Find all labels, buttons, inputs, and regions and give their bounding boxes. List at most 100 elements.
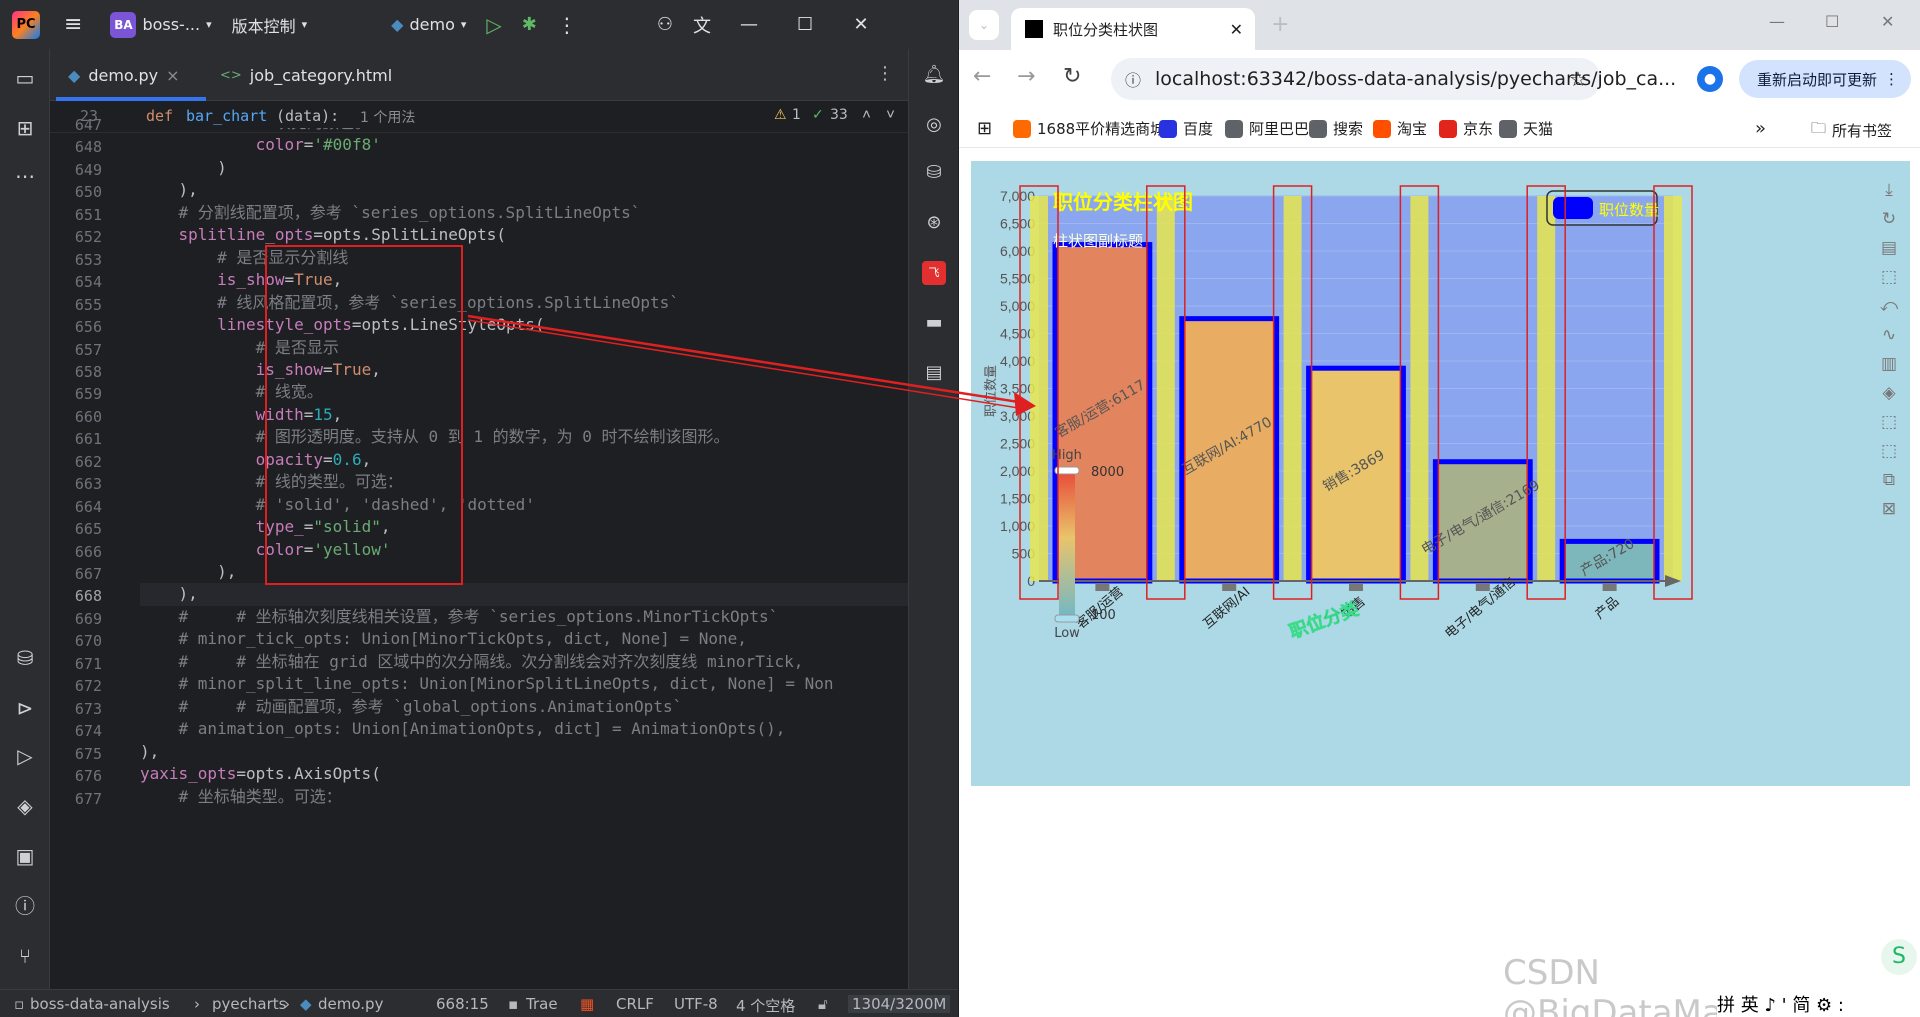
folder-icon: 🗀	[1811, 119, 1827, 137]
warning-icon[interactable]: ⚠	[774, 107, 787, 123]
bookmark-star-icon[interactable]: ☆	[1569, 67, 1587, 91]
status-plugin[interactable]: Trae	[526, 995, 558, 1013]
maximize-button[interactable]: ☐	[777, 14, 833, 35]
toolbox-icon[interactable]: ⤓	[1885, 180, 1893, 200]
bookmark-item[interactable]: 搜索	[1309, 118, 1363, 139]
status-indent[interactable]: 4 个空格	[736, 995, 795, 1016]
tab-demo-py[interactable]: ◆ demo.py ×	[56, 49, 206, 101]
browser-tab[interactable]: 职位分类柱状图 ✕	[1011, 8, 1255, 50]
database-icon[interactable]: ⛁	[922, 161, 946, 185]
apps-grid-icon[interactable]: ⊞	[977, 118, 992, 139]
chevron-up-icon[interactable]: ˄	[862, 105, 871, 124]
status-encoding[interactable]: UTF-8	[674, 995, 718, 1013]
folder-icon[interactable]: ▭	[12, 65, 38, 91]
more-icon[interactable]: ⋮	[547, 0, 587, 49]
status-memory[interactable]: 1304/3200M	[848, 995, 951, 1013]
translate-icon[interactable]: 文	[683, 0, 721, 49]
new-tab-button[interactable]: +	[1271, 12, 1289, 37]
line-number: 659	[74, 385, 102, 404]
restart-update-button[interactable]: 重新启动即可更新 ⋮	[1739, 60, 1911, 98]
notifications-icon[interactable]: 🔔︎	[922, 63, 946, 87]
y-tick-label: 1,500	[1000, 491, 1035, 507]
all-bookmarks-label: 所有书签	[1832, 122, 1893, 140]
git-icon[interactable]: ⑂	[12, 943, 38, 969]
reload-icon[interactable]: ↻	[1063, 64, 1081, 89]
terminal-icon[interactable]: ▣	[12, 843, 38, 869]
ime-toolbar[interactable]: 拼 英 ♪ ' 简 ⚙ :	[1717, 991, 1844, 1017]
back-icon[interactable]: ←	[973, 64, 991, 89]
toolbox-icon[interactable]: ▥	[1881, 354, 1897, 374]
toolbox-icon[interactable]: ⧉	[1883, 470, 1895, 490]
bookmark-item[interactable]: 天猫	[1499, 118, 1553, 139]
address-bar[interactable]: ⓘ localhost:63342/boss-data-analysis/pye…	[1111, 58, 1676, 100]
code-line: # 分割线配置项，参考 `series_options.SplitLineOpt…	[140, 202, 641, 222]
problems-icon[interactable]: ⓘ	[12, 893, 38, 919]
more-tools-icon[interactable]: ⋯	[12, 163, 38, 189]
usages-hint[interactable]: 1 个用法	[360, 107, 415, 127]
toolbox-icon[interactable]: ⤺	[1880, 296, 1898, 316]
toolbox-icon[interactable]: ⬚	[1881, 267, 1897, 287]
bookmark-item[interactable]: 京东	[1439, 118, 1493, 139]
site-info-icon[interactable]: ⓘ	[1125, 67, 1141, 91]
toolbox-icon[interactable]: ⬚	[1881, 412, 1897, 432]
main-menu-button[interactable]: ≡	[54, 0, 92, 49]
chevron-right-icon[interactable]: »	[1755, 118, 1766, 139]
status-folder[interactable]: pyecharts	[212, 995, 286, 1013]
database-icon[interactable]: ⛁	[12, 645, 38, 671]
debug-icon[interactable]: ✱	[512, 0, 547, 49]
toolbox-icon[interactable]: ⊠	[1882, 499, 1896, 519]
status-file[interactable]: demo.py	[318, 995, 383, 1013]
close-window-button[interactable]: ✕	[833, 14, 889, 35]
bookmark-item[interactable]: 1688平价精选商城	[1013, 118, 1165, 139]
services-icon[interactable]: ⊳	[12, 695, 38, 721]
right-tool-strip: 🔔︎ ◎ ⛁ ⊛ 飞 ▬ ▤	[908, 49, 958, 989]
add-user-icon[interactable]: ⚇	[647, 0, 683, 49]
vcs-selector[interactable]: 版本控制 ▾	[222, 0, 318, 49]
close-window-button[interactable]: ✕	[1881, 12, 1894, 31]
toolbox-icon[interactable]: ∿	[1882, 325, 1896, 345]
x-tick-mark	[1222, 583, 1237, 591]
forward-icon[interactable]: →	[1017, 64, 1035, 89]
lock-icon[interactable]: 🔓︎	[818, 995, 828, 1013]
code-editor[interactable]: # 填充的颜色。 color='#00f8' ) ), # 分割线配置项，参考 …	[140, 128, 908, 983]
run-tool-icon[interactable]: ▷	[12, 743, 38, 769]
check-icon[interactable]: ✓	[812, 107, 824, 123]
close-icon[interactable]: ✕	[1230, 20, 1243, 39]
toolbox-icon[interactable]: ▤	[1881, 238, 1897, 258]
chevron-right-icon: ›	[194, 995, 200, 1013]
line-number: 669	[74, 609, 102, 628]
profile-avatar[interactable]: ●	[1697, 66, 1723, 92]
status-position[interactable]: 668:15	[436, 995, 489, 1013]
bookmark-item[interactable]: 阿里巴巴	[1225, 118, 1309, 139]
close-icon[interactable]: ×	[166, 66, 179, 85]
structure-icon[interactable]: ⊞	[12, 115, 38, 141]
ai-assistant-icon[interactable]: ◎	[922, 113, 946, 137]
minimize-button[interactable]: —	[721, 14, 777, 35]
status-project[interactable]: boss-data-analysis	[30, 995, 170, 1013]
python-console-icon[interactable]: ⊛	[922, 211, 946, 235]
minimize-button[interactable]: —	[1769, 12, 1785, 31]
toolbox-icon[interactable]: ◈	[1882, 383, 1896, 403]
toolbox-icon[interactable]: ⬚	[1881, 441, 1897, 461]
run-config-selector[interactable]: ◆ demo ▾	[381, 0, 476, 49]
chevron-down-icon[interactable]: ˅	[886, 105, 895, 124]
bookmark-item[interactable]: 淘宝	[1373, 118, 1427, 139]
preview-icon[interactable]: ▬	[922, 311, 946, 335]
maximize-button[interactable]: ☐	[1825, 12, 1839, 31]
plugin-icon[interactable]: 飞	[922, 261, 946, 285]
all-bookmarks-button[interactable]: 🗀 所有书签	[1811, 118, 1892, 143]
more-icon[interactable]: ⋮	[1884, 70, 1899, 88]
bookmark-item[interactable]: 百度	[1159, 118, 1213, 139]
layers-icon[interactable]: ◈	[12, 793, 38, 819]
tab-search-button[interactable]: ⌄	[969, 10, 999, 40]
tab-job-category-html[interactable]: <> job_category.html	[208, 49, 398, 101]
echarts-container[interactable]: 05001,0001,5002,0002,5003,0003,5004,0004…	[971, 161, 1910, 786]
archive-icon[interactable]: ▤	[922, 361, 946, 385]
tab-options-icon[interactable]: ⋮	[876, 63, 894, 84]
project-selector[interactable]: BA boss-... ▾	[100, 0, 221, 49]
toolbox-icon[interactable]: ↻	[1882, 209, 1896, 229]
ide-logo-icon[interactable]: PC	[12, 10, 40, 39]
run-icon[interactable]: ▷	[476, 0, 511, 49]
status-line-separator[interactable]: CRLF	[616, 995, 654, 1013]
bar-chart-svg[interactable]: 05001,0001,5002,0002,5003,0003,5004,0004…	[971, 161, 1910, 786]
